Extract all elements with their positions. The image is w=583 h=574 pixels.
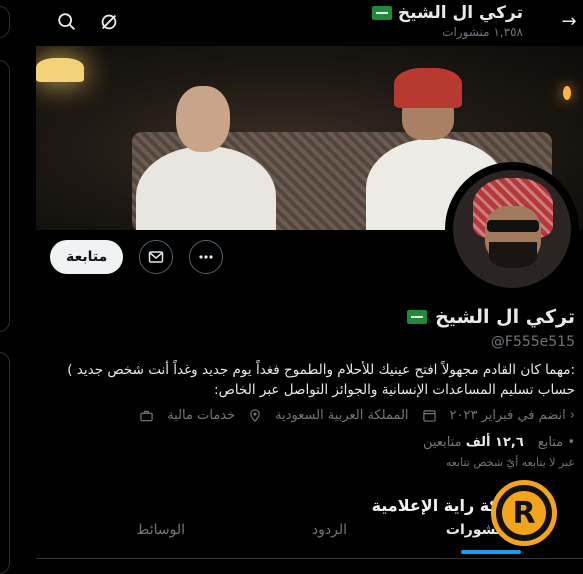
following-link[interactable]: • متابع <box>538 435 575 450</box>
bio-line: حساب تسليم المساعدات الإنسانية والجوائز … <box>214 382 575 398</box>
left-card <box>0 6 10 38</box>
location-pin-icon <box>249 409 261 422</box>
page-title: تركي ال الشيخ <box>397 3 523 23</box>
more-dots-icon <box>199 255 213 259</box>
top-bar: → تركي ال الشيخ ١,٣٥٨ منشورات <box>36 0 583 46</box>
left-card <box>0 352 10 574</box>
header-title-block: تركي ال الشيخ ١,٣٥٨ منشورات <box>371 3 523 39</box>
profile-actions: متابعة <box>50 240 224 274</box>
saudi-flag-icon <box>407 310 428 324</box>
profile-handle: @F555e515 <box>490 334 575 350</box>
calendar-icon <box>422 409 436 422</box>
grok-icon[interactable] <box>98 11 120 33</box>
profile-info: تركي ال الشيخ @F555e515 :مهما كان القادم… <box>45 306 575 469</box>
followers-link[interactable]: ١٢,٦ ألف متابعين <box>423 435 524 450</box>
profile-name: تركي ال الشيخ <box>435 306 575 328</box>
profile-meta: ‹ انضم في فبراير ٢٠٢٣ المملكة العربية ال… <box>45 408 575 423</box>
envelope-icon <box>149 251 164 263</box>
followed-by-text: عبر لا يتابعه أيّ شخص تتابعه <box>445 456 575 469</box>
left-card <box>0 60 10 332</box>
back-arrow-icon[interactable]: → <box>557 10 581 34</box>
location: المملكة العربية السعودية <box>275 408 409 423</box>
more-button[interactable] <box>189 240 224 274</box>
active-tab-indicator <box>461 550 521 554</box>
profile-bio: :مهما كان القادم مجهولاً افتح عينيك للأح… <box>45 360 575 400</box>
tab-media[interactable]: الوسائط <box>136 522 185 538</box>
search-icon[interactable] <box>56 11 78 33</box>
follow-stats: • متابع ١٢,٦ ألف متابعين <box>45 435 575 450</box>
profile-column: → تركي ال الشيخ ١,٣٥٨ منشورات متابعة ترك… <box>36 0 583 559</box>
posts-count: ١,٣٥٨ منشورات <box>442 25 523 39</box>
left-rail <box>0 0 10 574</box>
message-button[interactable] <box>139 240 174 274</box>
joined-date: ‹ انضم في فبراير ٢٠٢٣ <box>449 408 575 423</box>
banner-person-left <box>126 86 276 230</box>
torch-light <box>563 86 571 100</box>
logo-letter: R <box>512 495 536 531</box>
category: خدمات مالية <box>167 408 236 423</box>
briefcase-icon <box>140 410 153 422</box>
watermark-logo: R <box>491 480 557 546</box>
bio-line: :مهما كان القادم مجهولاً افتح عينيك للأح… <box>67 362 575 378</box>
follow-button[interactable]: متابعة <box>50 240 124 274</box>
saudi-flag-icon <box>371 6 392 20</box>
tab-replies[interactable]: الردود <box>312 522 347 538</box>
lamp <box>36 58 84 82</box>
avatar[interactable] <box>445 162 579 296</box>
chevron-left-icon: ‹ <box>569 408 575 423</box>
